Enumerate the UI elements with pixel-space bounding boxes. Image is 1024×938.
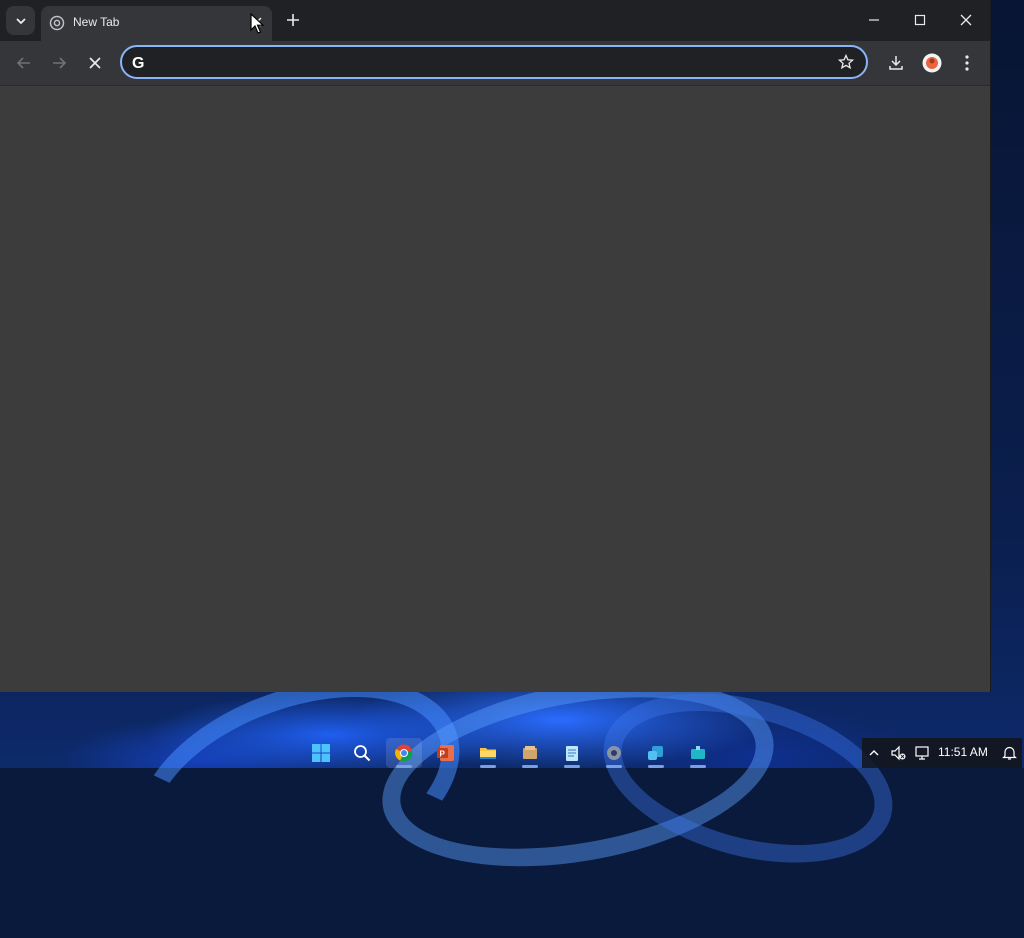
search-icon — [354, 745, 371, 762]
chrome-newtab-icon — [49, 15, 65, 31]
system-tray: 11:51 AM — [862, 738, 1022, 768]
start-button[interactable] — [303, 738, 339, 768]
browser-toolbar: G — [0, 41, 990, 86]
tab-title: New Tab — [73, 15, 120, 29]
taskbar-files-button[interactable] — [512, 738, 548, 768]
network-icon[interactable] — [914, 745, 930, 761]
svg-text:P: P — [440, 750, 446, 759]
bookmark-button[interactable] — [834, 50, 858, 74]
address-bar[interactable]: G — [120, 45, 868, 79]
powerpoint-icon: P — [437, 745, 454, 761]
close-icon — [960, 14, 972, 26]
profile-button[interactable] — [918, 49, 946, 77]
close-window-button[interactable] — [944, 5, 988, 35]
plus-icon — [287, 14, 299, 26]
app-icon — [648, 746, 663, 760]
settings-icon — [607, 746, 621, 760]
notification-icon[interactable] — [1002, 745, 1017, 761]
arrow-left-icon — [16, 57, 30, 69]
page-content — [0, 86, 990, 692]
notepad-icon — [566, 746, 578, 761]
app2-icon — [691, 746, 705, 759]
taskbar-chrome-button[interactable] — [386, 738, 422, 768]
taskbar-app-button[interactable] — [638, 738, 674, 768]
taskbar-powerpoint-button[interactable]: P — [428, 738, 464, 768]
google-g-icon: G — [132, 55, 144, 71]
download-icon — [889, 56, 903, 70]
close-icon — [89, 57, 101, 69]
minimize-icon — [869, 19, 879, 21]
chevron-down-icon — [15, 17, 26, 24]
tab-new-tab[interactable]: New Tab — [41, 6, 272, 41]
taskbar-explorer-button[interactable] — [470, 738, 506, 768]
file-explorer-icon — [480, 748, 496, 759]
chrome-menu-button[interactable] — [954, 49, 980, 77]
address-input[interactable] — [158, 47, 822, 79]
chevron-up-icon[interactable] — [868, 747, 880, 759]
speaker-muted-icon[interactable] — [890, 745, 906, 761]
files-icon — [523, 746, 537, 759]
taskbar-notepad-button[interactable] — [554, 738, 590, 768]
start-icon — [312, 744, 330, 762]
maximize-icon — [914, 14, 926, 26]
minimize-button[interactable] — [852, 5, 896, 35]
browser-window: New Tab G — [0, 0, 991, 692]
new-tab-button[interactable] — [281, 8, 305, 32]
taskbar-app2-button[interactable] — [680, 738, 716, 768]
tab-search-button[interactable] — [6, 6, 35, 35]
chrome-icon — [395, 744, 413, 762]
svg-text:G: G — [132, 55, 144, 71]
taskbar-settings-button[interactable] — [596, 738, 632, 768]
forward-button[interactable] — [45, 49, 73, 77]
stop-loading-button[interactable] — [81, 49, 109, 77]
mouse-cursor-icon — [250, 13, 264, 34]
arrow-right-icon — [53, 57, 67, 69]
star-icon — [838, 54, 854, 70]
back-button[interactable] — [10, 49, 38, 77]
taskbar-search-button[interactable] — [344, 738, 380, 768]
downloads-button[interactable] — [882, 49, 910, 77]
maximize-button[interactable] — [898, 5, 942, 35]
title-bar: New Tab — [0, 0, 990, 41]
kebab-menu-icon — [965, 55, 969, 71]
avatar-icon — [922, 53, 942, 73]
clock-time[interactable]: 11:51 AM — [938, 745, 988, 759]
